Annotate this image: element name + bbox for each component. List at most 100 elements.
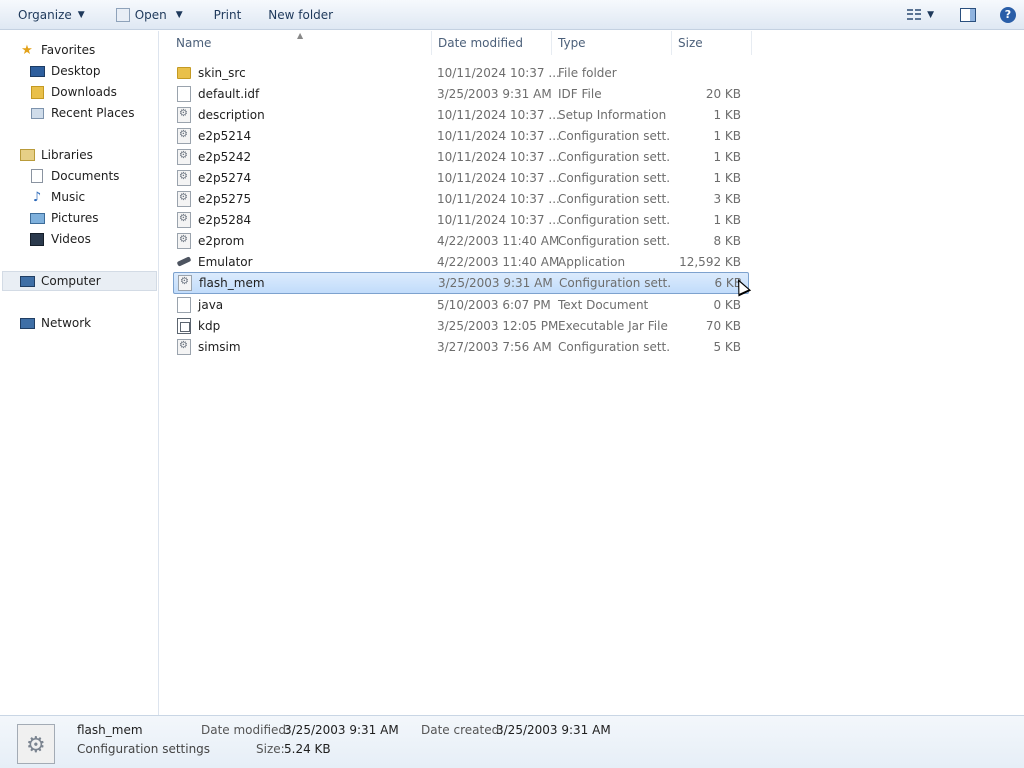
help-icon[interactable]: ? <box>1000 6 1016 23</box>
file-name: e2prom <box>198 233 245 248</box>
file-list: skin_src 10/11/2024 10:37 ... File folder d… <box>173 62 749 357</box>
file-name-cell: simsim <box>173 338 431 355</box>
downloads-icon <box>29 85 45 99</box>
file-row[interactable]: simsim 3/27/2003 7:56 AM Configuration set… <box>173 336 749 357</box>
details-date-modified-label: Date modified: <box>201 723 291 737</box>
column-header-date-modified[interactable]: Date modified <box>432 31 552 55</box>
network-icon <box>19 316 35 330</box>
file-row[interactable]: flash_mem 3/25/2003 9:31 AM Configuration … <box>173 272 749 294</box>
file-row[interactable]: skin_src 10/11/2024 10:37 ... File folder <box>173 62 749 83</box>
file-name: skin_src <box>198 65 246 80</box>
nav-libraries-label: Libraries <box>41 148 93 162</box>
file-date-modified: 10/11/2024 10:37 ... <box>437 107 560 122</box>
column-header-date-label: Date modified <box>438 36 524 50</box>
file-name-cell: default.idf <box>173 85 431 102</box>
file-size: 1 KB <box>713 212 741 227</box>
change-view-button[interactable]: ▼ <box>907 8 934 21</box>
file-name: java <box>198 297 224 312</box>
file-row[interactable]: description 10/11/2024 10:37 ...Setup Inf… <box>173 104 749 125</box>
nav-pictures[interactable]: Pictures <box>29 208 99 228</box>
file-name-cell: description <box>173 106 431 123</box>
nav-libraries[interactable]: Libraries <box>19 145 93 165</box>
details-size-label: Size: <box>256 742 285 756</box>
file-row[interactable]: e2p5214 10/11/2024 10:37 ...Configuration… <box>173 125 749 146</box>
videos-icon <box>29 232 45 246</box>
nav-documents-label: Documents <box>51 169 120 183</box>
file-date-modified: 3/25/2003 9:31 AM <box>438 276 553 290</box>
column-header-row: ▲ Name Date modified Type Size <box>170 31 752 55</box>
nav-favorites-label: Favorites <box>41 43 96 57</box>
details-date-modified-value: 3/25/2003 9:31 AM <box>284 723 399 737</box>
chevron-down-icon: ▼ <box>175 9 183 20</box>
folder-icon <box>177 66 191 79</box>
file-name-cell: kdp <box>173 317 431 334</box>
file-size: 12,592 KB <box>679 254 741 269</box>
file-type: Configuration sett... <box>558 128 671 143</box>
open-button[interactable]: Open ▼ <box>94 0 192 30</box>
file-type: Configuration sett... <box>558 339 671 354</box>
file-name: kdp <box>198 318 221 333</box>
file-row[interactable]: e2prom 4/22/2003 11:40 AMConfiguration se… <box>173 230 749 251</box>
file-row[interactable]: kdp 3/25/2003 12:05 PM Executable Jar File… <box>173 315 749 336</box>
file-date-modified: 5/10/2003 6:07 PM <box>437 297 551 312</box>
command-bar: Organize ▼ Open ▼ Print New folder ▼ ? <box>0 0 1024 30</box>
column-header-size[interactable]: Size <box>672 31 752 55</box>
pictures-icon <box>29 211 45 225</box>
nav-network-label: Network <box>41 316 92 330</box>
file-name: default.idf <box>198 86 260 101</box>
file-date-modified: 10/11/2024 10:37 ... <box>437 65 560 80</box>
column-header-type[interactable]: Type <box>552 31 672 55</box>
desktop-icon <box>29 64 45 78</box>
file-date-modified: 3/27/2003 7:56 AM <box>437 339 552 354</box>
document-icon <box>177 85 191 102</box>
file-type: Configuration sett... <box>559 276 672 290</box>
print-button[interactable]: Print <box>192 0 251 30</box>
file-row[interactable]: e2p5274 10/11/2024 10:37 ...Configuration… <box>173 167 749 188</box>
music-icon: ♪ <box>32 189 42 205</box>
file-name: e2p5242 <box>198 149 252 164</box>
settings-file-large-icon <box>17 724 55 764</box>
file-type: Executable Jar File <box>558 318 668 333</box>
nav-favorites[interactable]: ★ Favorites <box>19 40 95 60</box>
file-name: Emulator <box>198 254 253 269</box>
file-row[interactable]: java 5/10/2003 6:07 PM Text Document 0 KB <box>173 294 749 315</box>
nav-network[interactable]: Network <box>19 313 91 333</box>
file-name: e2p5274 <box>198 170 252 185</box>
nav-computer[interactable]: Computer <box>2 271 157 291</box>
chevron-down-icon: ▼ <box>77 9 85 20</box>
file-name: simsim <box>198 339 241 354</box>
file-row[interactable]: Emulator 4/22/2003 11:40 AM Application 12,… <box>173 251 749 272</box>
column-header-name[interactable]: ▲ Name <box>170 31 432 55</box>
nav-music[interactable]: ♪ Music <box>29 187 85 207</box>
file-date-modified: 4/22/2003 11:40 AM <box>437 233 560 248</box>
nav-downloads[interactable]: Downloads <box>29 82 117 102</box>
file-size: 20 KB <box>705 86 741 101</box>
nav-recent-places[interactable]: Recent Places <box>29 103 134 123</box>
file-name-cell: e2prom <box>173 232 431 249</box>
nav-downloads-label: Downloads <box>51 85 117 99</box>
file-size: 1 KB <box>713 107 741 122</box>
file-row[interactable]: e2p5284 10/11/2024 10:37 ...Configuration… <box>173 209 749 230</box>
file-type: Application <box>558 254 626 269</box>
nav-documents[interactable]: Documents <box>29 166 119 186</box>
file-name-cell: skin_src <box>173 66 431 80</box>
file-size: 70 KB <box>705 318 741 333</box>
file-type: Setup Information <box>558 107 667 122</box>
settings-file-icon <box>177 338 191 355</box>
preview-pane-icon[interactable] <box>960 7 976 22</box>
details-pane: flash_mem Configuration settings Date mo… <box>0 715 1024 768</box>
file-row[interactable]: default.idf 3/25/2003 9:31 AM IDF File 20 K… <box>173 83 749 104</box>
file-size: 8 KB <box>713 233 741 248</box>
open-app-icon <box>115 7 130 22</box>
nav-desktop-label: Desktop <box>51 64 101 78</box>
column-header-name-label: Name <box>176 36 212 50</box>
nav-desktop[interactable]: Desktop <box>29 61 101 81</box>
settings-file-icon <box>177 211 191 228</box>
file-row[interactable]: e2p5242 10/11/2024 10:37 ...Configuration… <box>173 146 749 167</box>
organize-button[interactable]: Organize ▼ <box>0 0 94 30</box>
nav-videos[interactable]: Videos <box>29 229 91 249</box>
column-header-type-label: Type <box>558 36 586 50</box>
open-label: Open <box>134 7 167 22</box>
file-type: IDF File <box>558 86 602 101</box>
file-row[interactable]: e2p5275 10/11/2024 10:37 ...Configuration… <box>173 188 749 209</box>
